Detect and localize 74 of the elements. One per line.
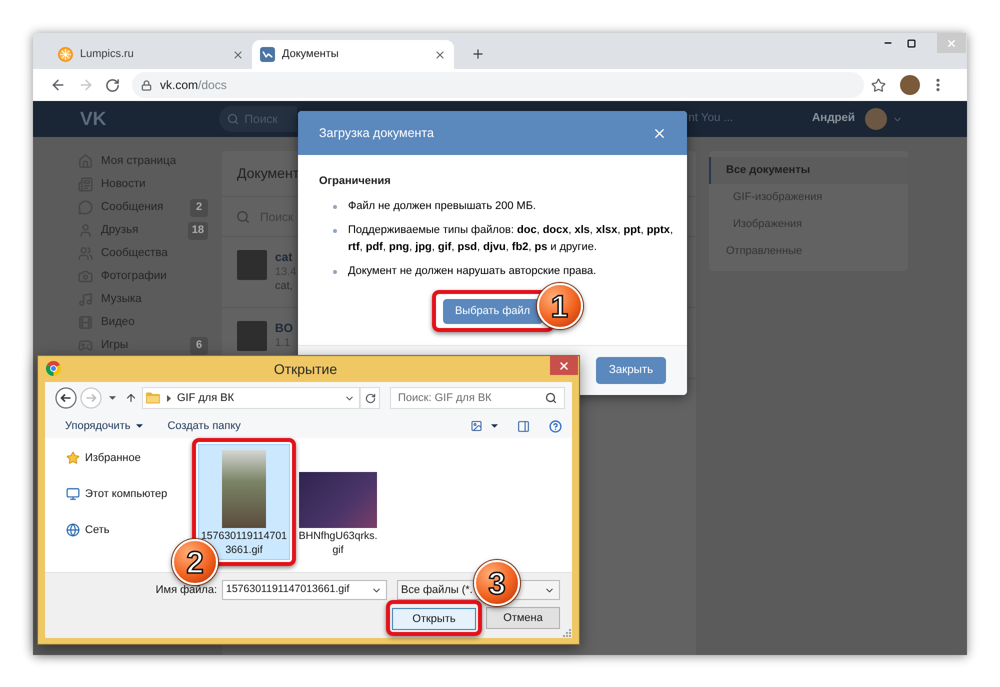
panel-title: Документ: [237, 164, 300, 183]
caret-icon: [136, 424, 144, 428]
section-heading: Ограничения: [319, 174, 391, 189]
avatar[interactable]: [900, 75, 920, 95]
search-icon: [545, 392, 557, 404]
back-icon[interactable]: [50, 77, 66, 93]
app-logo-icon: [46, 361, 61, 376]
refresh-button[interactable]: [360, 387, 380, 409]
resize-grip-icon: [563, 629, 571, 637]
rule-text: Документ не должен нарушать авторские права.: [348, 264, 596, 279]
close-icon: [558, 360, 570, 372]
document-name[interactable]: cat: [275, 250, 292, 264]
maximize-icon[interactable]: [907, 38, 916, 48]
user-name[interactable]: Андрей: [812, 110, 855, 128]
site-logo-icon: [260, 47, 275, 62]
organize-button[interactable]: Упорядочить: [65, 418, 144, 434]
site-logo[interactable]: VK: [80, 110, 106, 128]
caret-icon[interactable]: [109, 396, 116, 400]
browser-tab[interactable]: Документы: [252, 40, 454, 69]
file-name-field[interactable]: 1576301191147013661.gif: [222, 580, 387, 600]
step-badge: 1: [536, 283, 582, 329]
search-field[interactable]: Поиск: GIF для ВК: [390, 387, 565, 409]
close-icon: [946, 38, 957, 48]
document-name[interactable]: BO: [275, 321, 293, 336]
choose-file-button[interactable]: Выбрать файл: [442, 298, 542, 324]
browser-tab[interactable]: Lumpics.ru: [50, 40, 252, 69]
photo-thumbnail: [237, 250, 267, 280]
globe-icon: [66, 523, 80, 537]
new-tab-icon[interactable]: [471, 47, 485, 61]
count-badge: 18: [188, 222, 208, 240]
new-folder-button[interactable]: Создать папку: [167, 418, 241, 434]
count-badge: 2: [190, 198, 208, 216]
reload-icon[interactable]: [105, 78, 120, 92]
back-icon[interactable]: [55, 387, 77, 409]
lock-icon: [141, 80, 152, 90]
rule-text: Файл не должен превышать 200 МБ.: [348, 199, 536, 214]
cancel-button[interactable]: Отмена: [486, 607, 560, 630]
navigation-item[interactable]: Этот компьютер: [45, 476, 192, 512]
field-label: Имя файла:: [156, 582, 217, 598]
gamepad-icon: [78, 338, 93, 353]
filter-item[interactable]: Все документы: [709, 157, 908, 184]
now-playing-text: nt You ...: [688, 111, 734, 126]
step-badge: 3: [474, 560, 520, 606]
search-icon: [236, 210, 250, 224]
bullet-icon: [333, 229, 337, 233]
dialog-title: Загрузка документа: [319, 124, 434, 142]
close-button[interactable]: [550, 356, 578, 375]
caret-icon[interactable]: [491, 424, 498, 428]
picture-icon[interactable]: [470, 420, 483, 432]
monitor-icon: [66, 487, 80, 501]
up-arrow-icon[interactable]: [125, 391, 137, 405]
window-title: Открытие: [274, 360, 338, 379]
caret-right-icon: [167, 394, 171, 402]
refresh-icon: [364, 392, 376, 404]
citrus-slice-icon: [58, 47, 73, 62]
close-icon[interactable]: [434, 48, 446, 60]
photo-thumbnail: [237, 321, 267, 351]
navigation-item[interactable]: Избранное: [45, 440, 192, 476]
bookmark-star-icon[interactable]: [871, 78, 886, 92]
search-icon: [227, 113, 240, 125]
bullet-icon: [333, 270, 337, 274]
open-button[interactable]: Открыть: [392, 608, 476, 630]
rule-text: Поддерживаемые типы файлов: doc, docx, xls, xlsx, ppt, pptx, rtf, pdf, png, jpg, gif, psd, djvu, fb2, ps и другие.: [348, 223, 674, 255]
address-bar[interactable]: vk.com/docs: [132, 72, 864, 98]
close-icon[interactable]: [232, 48, 244, 60]
panel-icon[interactable]: [517, 420, 530, 432]
file-item[interactable]: BHNfhgU63qrks.gif: [296, 444, 380, 560]
star-icon: [66, 451, 80, 465]
help-icon[interactable]: [549, 420, 562, 432]
folder-icon: [146, 392, 160, 404]
close-button[interactable]: Закрыть: [596, 357, 666, 384]
count-badge: 6: [190, 336, 208, 354]
address-field[interactable]: GIF для ВК: [142, 387, 360, 409]
bullet-icon: [333, 205, 337, 209]
